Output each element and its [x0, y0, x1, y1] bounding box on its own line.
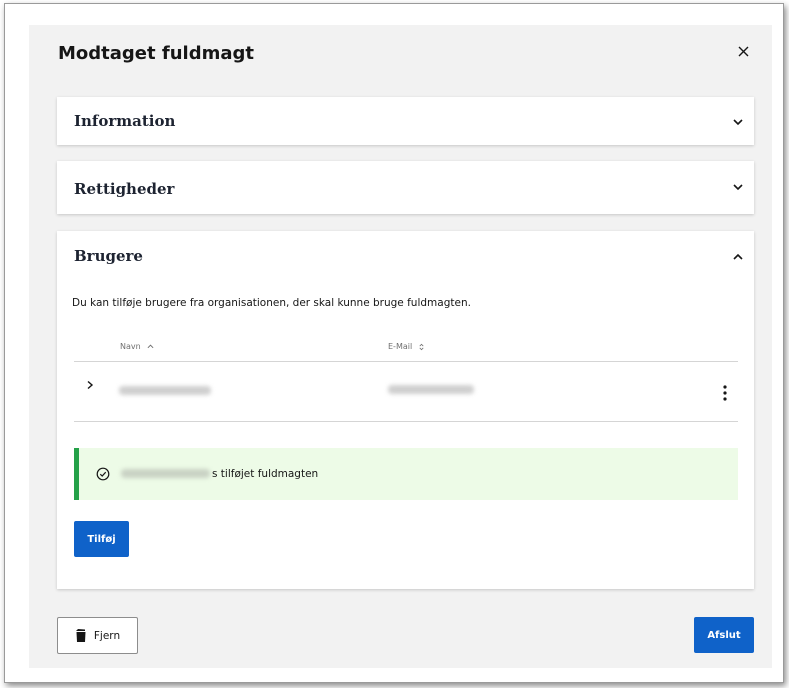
accordion-information[interactable]: Information	[57, 97, 754, 145]
chevron-down-icon	[733, 119, 743, 126]
chevron-up-icon[interactable]	[732, 251, 744, 263]
trash-icon	[75, 629, 86, 642]
sort-ascending-icon	[147, 344, 154, 349]
modal-dialog: Modtaget fuldmagt Information Rettighede…	[29, 25, 772, 668]
success-notification: s tilføjet fuldmagten	[74, 448, 738, 500]
column-header-label: Navn	[120, 342, 141, 351]
brugere-description: Du kan tilføje brugere fra organisatione…	[72, 297, 471, 309]
chevron-right-icon[interactable]	[85, 380, 95, 390]
overflow-menu-icon[interactable]	[723, 385, 727, 401]
notification-text: s tilføjet fuldmagten	[212, 468, 319, 480]
finish-button[interactable]: Afslut	[694, 617, 754, 653]
table-header-divider	[74, 361, 738, 362]
redacted-name	[119, 386, 211, 395]
redacted-email	[388, 385, 474, 394]
remove-button[interactable]: Fjern	[57, 617, 138, 654]
add-user-button[interactable]: Tilføj	[74, 521, 129, 557]
remove-button-label: Fjern	[93, 629, 121, 642]
chevron-down-icon	[733, 184, 743, 191]
accordion-brugere: Brugere Du kan tilføje brugere fra organ…	[57, 231, 754, 589]
close-icon[interactable]	[734, 42, 752, 60]
accordion-brugere-title[interactable]: Brugere	[74, 247, 143, 265]
table-row-divider	[74, 421, 738, 422]
column-header-navn[interactable]: Navn	[120, 342, 154, 351]
column-header-label: E-Mail	[388, 342, 413, 351]
redacted-user-name	[121, 469, 210, 478]
accordion-rettigheder[interactable]: Rettigheder	[57, 161, 754, 214]
sort-neutral-icon	[419, 343, 424, 350]
column-header-email[interactable]: E-Mail	[388, 342, 425, 351]
modal-title: Modtaget fuldmagt	[58, 43, 254, 64]
accordion-rettigheder-title: Rettigheder	[74, 180, 175, 198]
checkmark-circle-icon	[96, 467, 110, 481]
accordion-information-title: Information	[74, 112, 176, 130]
window-frame: Modtaget fuldmagt Information Rettighede…	[4, 3, 784, 683]
